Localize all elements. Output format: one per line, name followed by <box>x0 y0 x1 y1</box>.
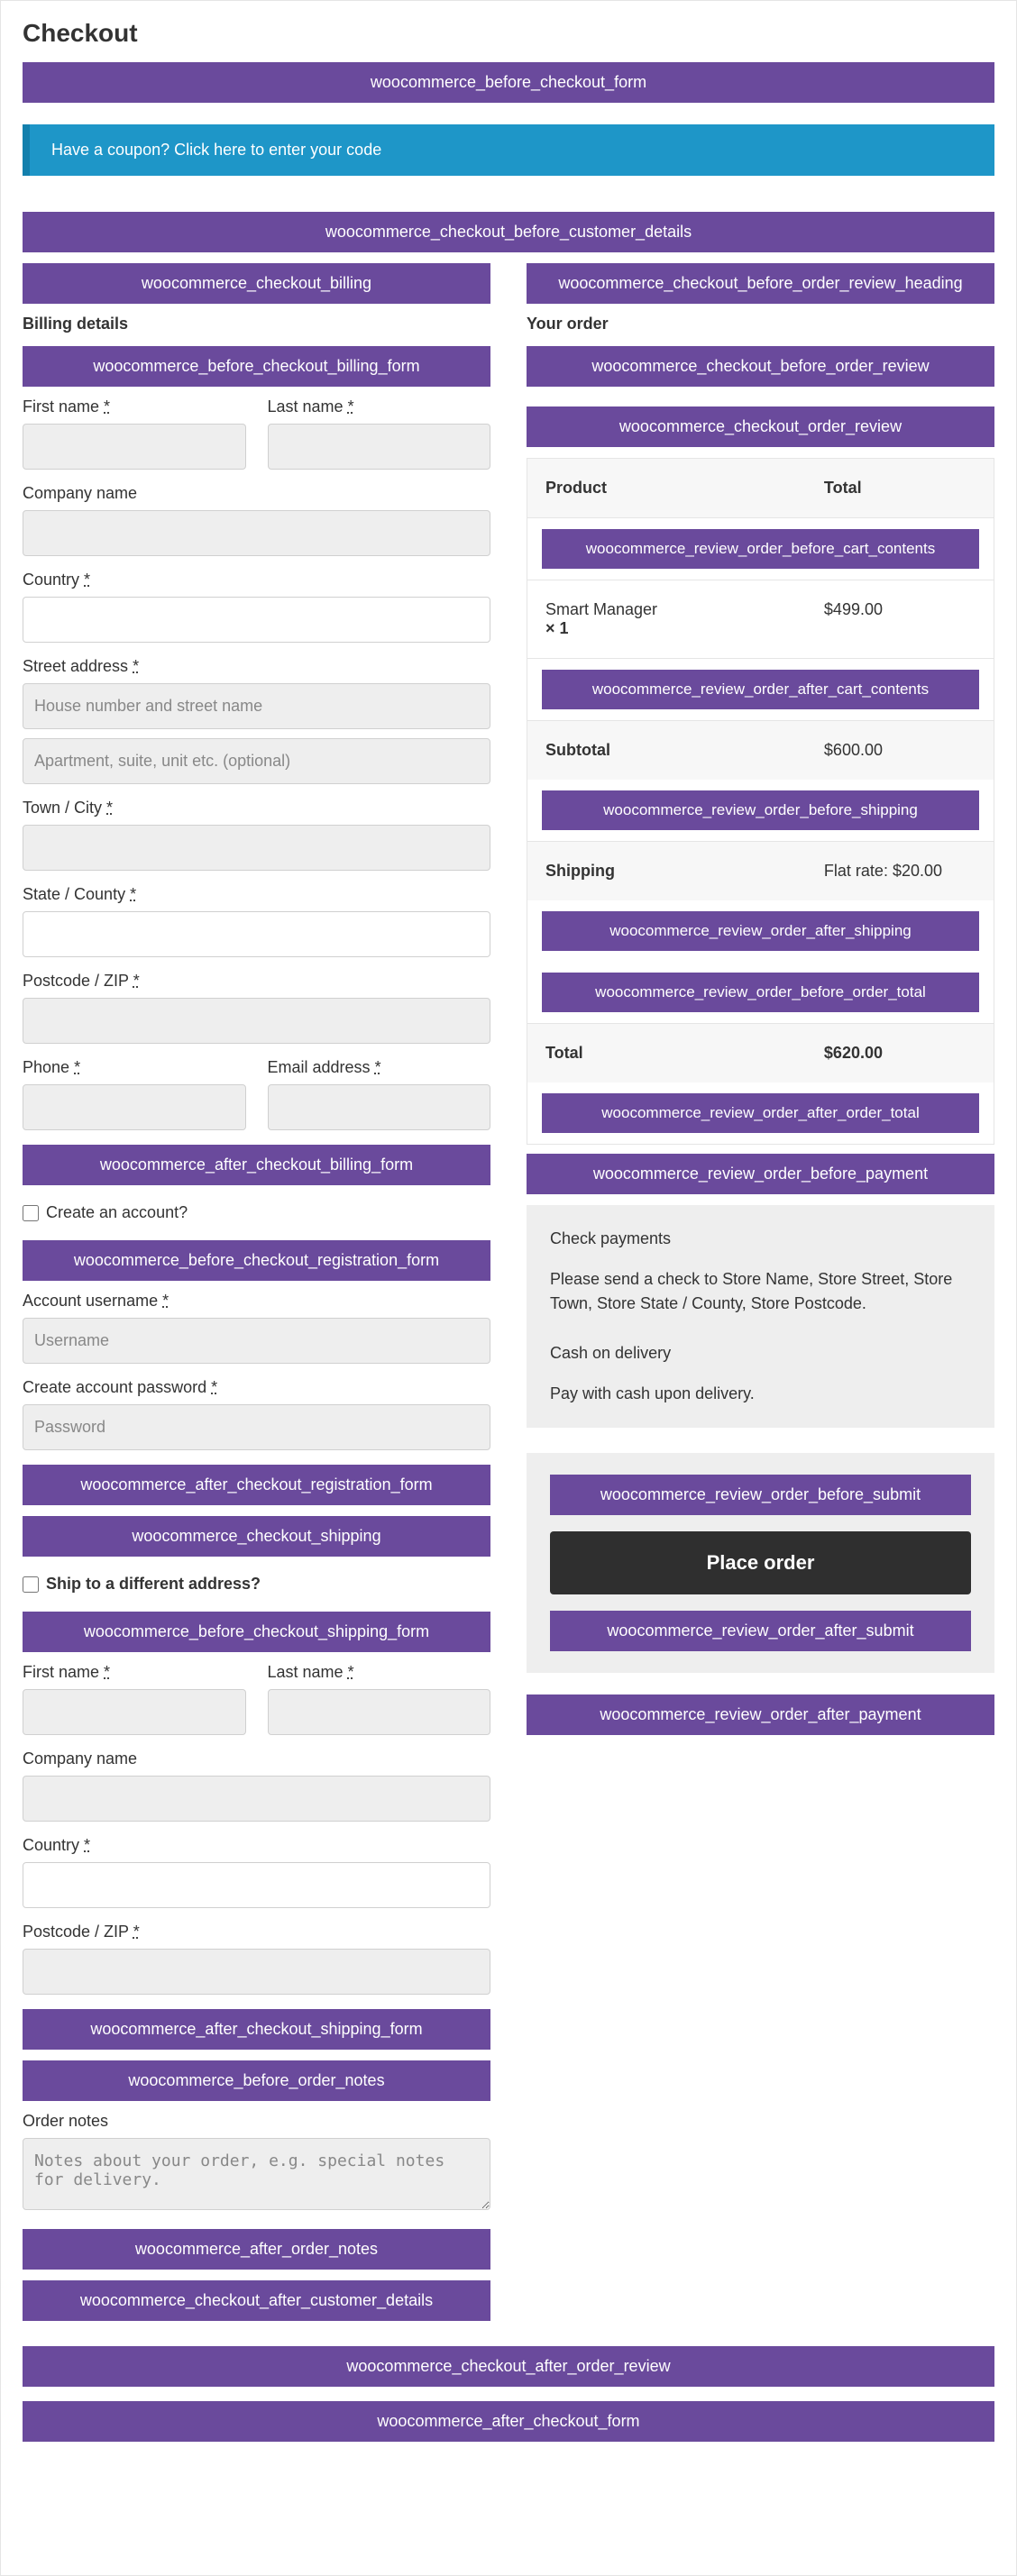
billing-heading: Billing details <box>23 315 490 333</box>
col-total-header: Total <box>806 459 994 517</box>
shipping-company-input[interactable] <box>23 1776 490 1822</box>
payment-check-title[interactable]: Check payments <box>550 1227 971 1251</box>
hook-review-after-payment: woocommerce_review_order_after_payment <box>527 1694 994 1735</box>
account-password-input[interactable] <box>23 1404 490 1450</box>
page-title: Checkout <box>23 19 994 48</box>
shipping-country-input[interactable] <box>23 1862 490 1908</box>
hook-before-order-notes: woocommerce_before_order_notes <box>23 2060 490 2101</box>
hook-after-checkout-form: woocommerce_after_checkout_form <box>23 2401 994 2442</box>
payment-cod-text: Pay with cash upon delivery. <box>550 1382 971 1406</box>
payment-methods: Check payments Please send a check to St… <box>527 1205 994 1428</box>
subtotal-label: Subtotal <box>527 721 806 780</box>
hook-checkout-shipping: woocommerce_checkout_shipping <box>23 1516 490 1557</box>
payment-cod-title[interactable]: Cash on delivery <box>550 1341 971 1366</box>
billing-town-label: Town / City * <box>23 799 490 818</box>
billing-state-input[interactable] <box>23 911 490 957</box>
submit-box: woocommerce_review_order_before_submit P… <box>527 1453 994 1673</box>
billing-last-name-input[interactable] <box>268 424 491 470</box>
billing-phone-input[interactable] <box>23 1084 246 1130</box>
cart-item-qty: × 1 <box>545 619 788 638</box>
shipping-postcode-input[interactable] <box>23 1949 490 1995</box>
order-review-column: woocommerce_checkout_before_order_review… <box>527 263 994 1746</box>
hook-before-shipping-form: woocommerce_before_checkout_shipping_for… <box>23 1612 490 1652</box>
total-label: Total <box>527 1024 806 1082</box>
hook-review-before-shipping: woocommerce_review_order_before_shipping <box>542 790 979 830</box>
shipping-first-name-input[interactable] <box>23 1689 246 1735</box>
account-username-label: Account username * <box>23 1292 490 1311</box>
billing-postcode-label: Postcode / ZIP * <box>23 972 490 991</box>
billing-first-name-label: First name * <box>23 397 246 416</box>
hook-before-registration-form: woocommerce_before_checkout_registration… <box>23 1240 490 1281</box>
hook-before-billing-form: woocommerce_before_checkout_billing_form <box>23 346 490 387</box>
hook-review-after-submit: woocommerce_review_order_after_submit <box>550 1611 971 1651</box>
billing-town-input[interactable] <box>23 825 490 871</box>
billing-street-label: Street address * <box>23 657 490 676</box>
billing-company-input[interactable] <box>23 510 490 556</box>
shipping-label: Shipping <box>527 842 806 900</box>
hook-before-order-review-heading: woocommerce_checkout_before_order_review… <box>527 263 994 304</box>
billing-email-label: Email address * <box>268 1058 491 1077</box>
billing-company-label: Company name <box>23 484 490 503</box>
billing-last-name-label: Last name * <box>268 397 491 416</box>
hook-before-customer-details: woocommerce_checkout_before_customer_det… <box>23 212 994 252</box>
subtotal-value: $600.00 <box>806 721 994 780</box>
hook-review-after-cart: woocommerce_review_order_after_cart_cont… <box>542 670 979 709</box>
shipping-last-name-input[interactable] <box>268 1689 491 1735</box>
create-account-label: Create an account? <box>46 1203 188 1222</box>
hook-review-after-order-total: woocommerce_review_order_after_order_tot… <box>542 1093 979 1133</box>
billing-postcode-input[interactable] <box>23 998 490 1044</box>
account-password-label: Create account password * <box>23 1378 490 1397</box>
hook-checkout-billing: woocommerce_checkout_billing <box>23 263 490 304</box>
shipping-last-name-label: Last name * <box>268 1663 491 1682</box>
order-review-table: Product Total woocommerce_review_order_b… <box>527 458 994 1145</box>
coupon-notice[interactable]: Have a coupon? Click here to enter your … <box>23 124 994 176</box>
col-product-header: Product <box>527 459 806 517</box>
shipping-first-name-label: First name * <box>23 1663 246 1682</box>
billing-country-label: Country * <box>23 571 490 589</box>
total-value: $620.00 <box>806 1024 994 1082</box>
hook-review-before-payment: woocommerce_review_order_before_payment <box>527 1154 994 1194</box>
billing-street1-input[interactable] <box>23 683 490 729</box>
shipping-company-label: Company name <box>23 1749 490 1768</box>
hook-after-order-review: woocommerce_checkout_after_order_review <box>23 2346 994 2387</box>
hook-after-customer-details: woocommerce_checkout_after_customer_deta… <box>23 2280 490 2321</box>
place-order-button[interactable]: Place order <box>550 1531 971 1594</box>
hook-after-order-notes: woocommerce_after_order_notes <box>23 2229 490 2270</box>
ship-different-checkbox[interactable] <box>23 1576 39 1593</box>
create-account-checkbox[interactable] <box>23 1205 39 1221</box>
account-username-input[interactable] <box>23 1318 490 1364</box>
cart-item-name: Smart Manager <box>545 600 788 619</box>
cart-item-name-cell: Smart Manager × 1 <box>527 580 806 658</box>
hook-after-shipping-form: woocommerce_after_checkout_shipping_form <box>23 2009 490 2050</box>
hook-review-before-order-total: woocommerce_review_order_before_order_to… <box>542 973 979 1012</box>
hook-checkout-order-review: woocommerce_checkout_order_review <box>527 406 994 447</box>
shipping-country-label: Country * <box>23 1836 490 1855</box>
hook-before-order-review: woocommerce_checkout_before_order_review <box>527 346 994 387</box>
billing-street2-input[interactable] <box>23 738 490 784</box>
checkout-page: Checkout woocommerce_before_checkout_for… <box>0 0 1017 2576</box>
order-notes-label: Order notes <box>23 2112 490 2131</box>
ship-different-label: Ship to a different address? <box>46 1575 261 1594</box>
cart-item-total: $499.00 <box>806 580 994 658</box>
customer-details-column: woocommerce_checkout_billing Billing det… <box>23 263 490 2332</box>
billing-email-input[interactable] <box>268 1084 491 1130</box>
shipping-postcode-label: Postcode / ZIP * <box>23 1923 490 1941</box>
hook-review-before-submit: woocommerce_review_order_before_submit <box>550 1475 971 1515</box>
hook-after-registration-form: woocommerce_after_checkout_registration_… <box>23 1465 490 1505</box>
billing-country-input[interactable] <box>23 597 490 643</box>
hook-before-checkout-form: woocommerce_before_checkout_form <box>23 62 994 103</box>
hook-review-before-cart: woocommerce_review_order_before_cart_con… <box>542 529 979 569</box>
billing-state-label: State / County * <box>23 885 490 904</box>
billing-first-name-input[interactable] <box>23 424 246 470</box>
shipping-value: Flat rate: $20.00 <box>806 842 994 900</box>
hook-review-after-shipping: woocommerce_review_order_after_shipping <box>542 911 979 951</box>
payment-check-text: Please send a check to Store Name, Store… <box>550 1267 971 1316</box>
hook-after-billing-form: woocommerce_after_checkout_billing_form <box>23 1145 490 1185</box>
order-heading: Your order <box>527 315 994 333</box>
order-notes-input[interactable] <box>23 2138 490 2210</box>
billing-phone-label: Phone * <box>23 1058 246 1077</box>
